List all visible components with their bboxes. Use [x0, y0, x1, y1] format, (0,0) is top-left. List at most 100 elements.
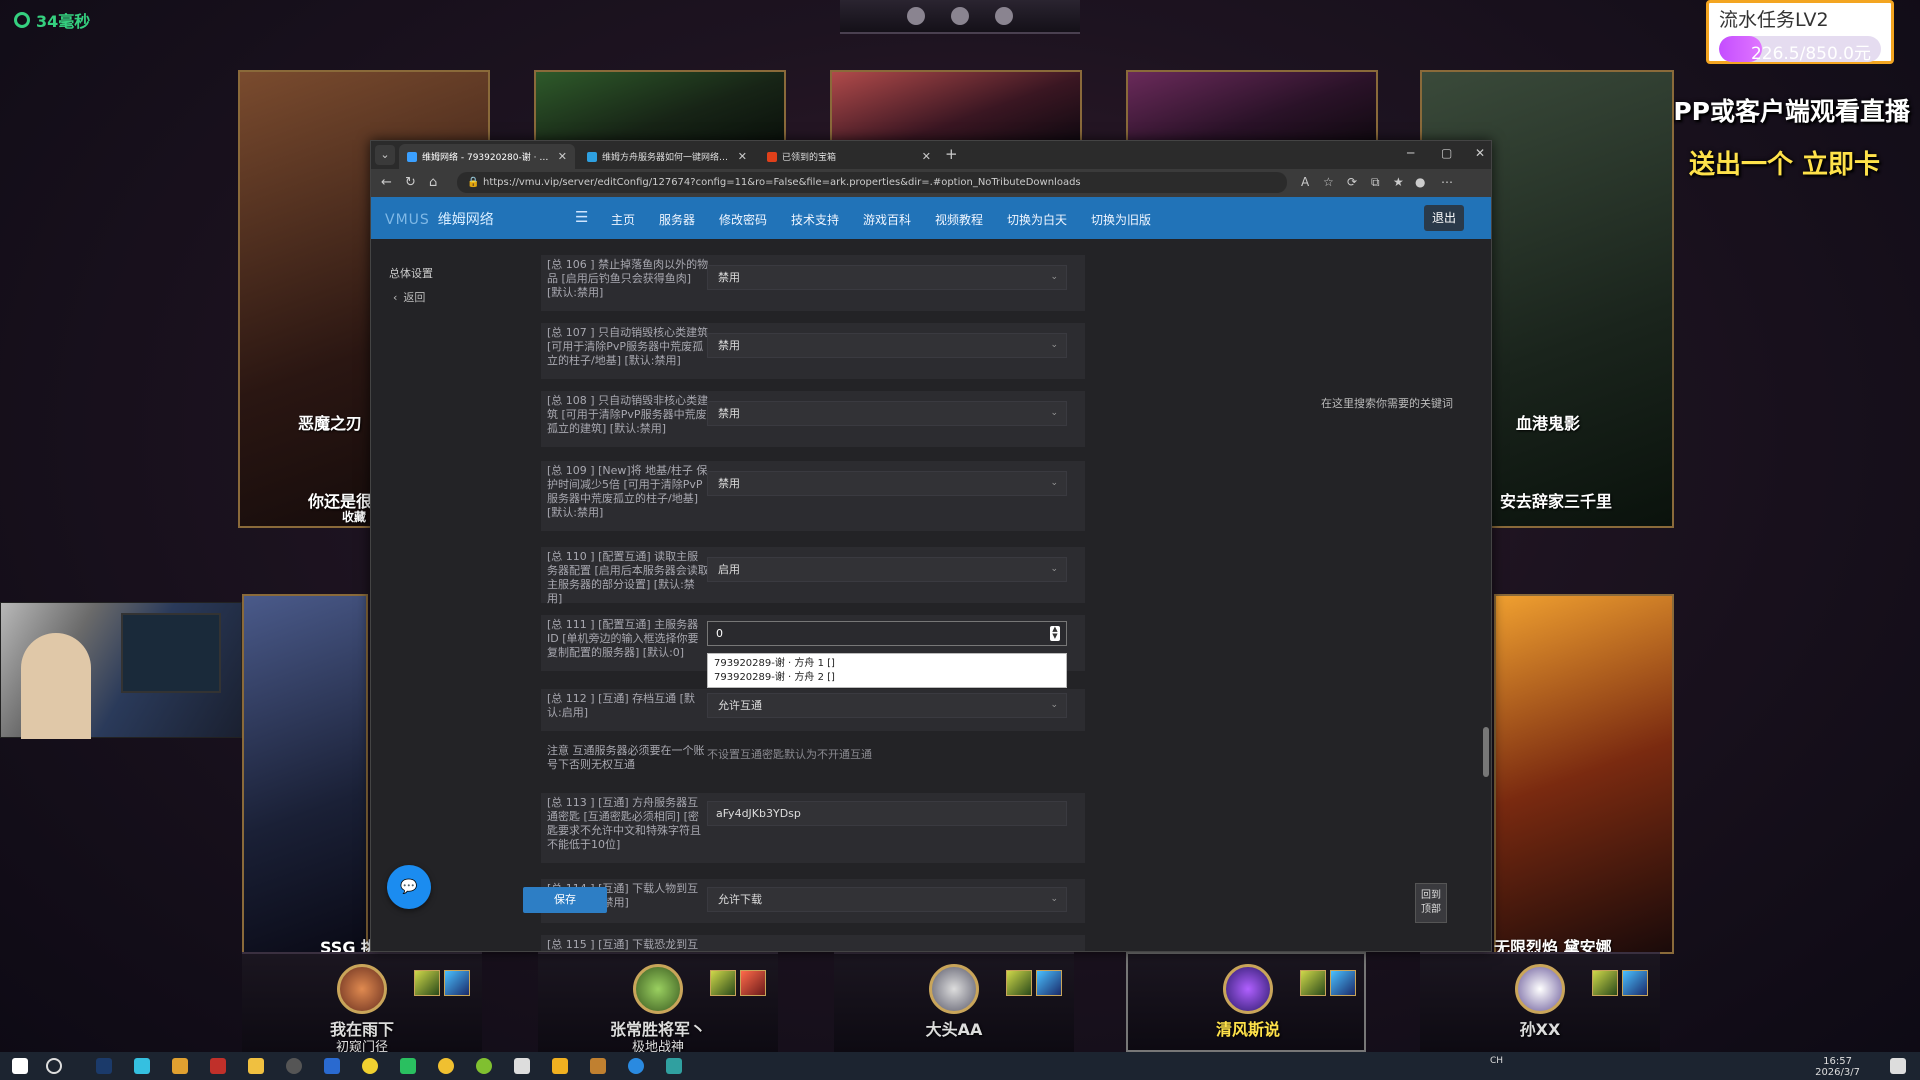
app-icon[interactable] [438, 1058, 454, 1074]
player-slot-1: 我在雨下 初窥门径 [242, 952, 482, 1055]
globe-icon [407, 151, 417, 162]
windows-taskbar: CH 16:57 2026/3/7 [0, 1052, 1920, 1080]
notification-icon[interactable] [1890, 1058, 1906, 1074]
note-label: 注意 互通服务器必须要在一个账号下否则无权互通 [547, 744, 705, 771]
config-select-110[interactable]: 启用 ⌄ [707, 557, 1067, 582]
app-icon[interactable] [552, 1058, 568, 1074]
site-navbar: VMUS 维姆网络 ☰ 主页 服务器 修改密码 技术支持 游戏百科 视频教程 切换… [371, 197, 1491, 239]
config-row-106: [总 106 ] 禁止掉落鱼肉以外的物品 [启用后钓鱼只会获得鱼肉] [默认:禁… [541, 255, 1085, 311]
app-icon[interactable] [324, 1058, 340, 1074]
nav-servers[interactable]: 服务器 [659, 211, 695, 228]
nav-day-mode[interactable]: 切换为白天 [1007, 211, 1067, 228]
start-icon[interactable] [12, 1058, 28, 1074]
refresh-icon[interactable]: ↻ [405, 175, 416, 190]
config-select-112[interactable]: 允许互通 ⌄ [707, 693, 1067, 718]
master-server-id-input[interactable]: 0 ▲ ▼ [707, 621, 1067, 646]
summoner-spell-icon [1006, 970, 1032, 996]
chrome-icon[interactable] [172, 1058, 188, 1074]
app-icon[interactable] [286, 1058, 302, 1074]
suggestion-option[interactable]: 793920289-谢 · 方舟 1 [] [714, 657, 1060, 671]
extensions-icon[interactable]: ⧉ [1371, 175, 1380, 190]
tab-bar: ⌄ 维姆网络 - 793920280-谢 · 方舟 2 ✕ 维姆方舟服务器如何一… [371, 141, 1491, 169]
menu-icon[interactable]: ☰ [575, 208, 588, 226]
app-icon[interactable] [514, 1058, 530, 1074]
site-brand[interactable]: VMUS 维姆网络 [385, 209, 494, 229]
to-top-line: 回到 [1421, 890, 1441, 901]
champion-card-2 [534, 70, 786, 142]
nav-support[interactable]: 技术支持 [791, 211, 839, 228]
interop-note-row: 注意 互通服务器必须要在一个账号下否则无权互通 不设置互通密匙默认为不开通互通 [541, 741, 1085, 781]
edge-icon[interactable] [134, 1058, 150, 1074]
config-select-107[interactable]: 禁用 ⌄ [707, 333, 1067, 358]
champion-card-7 [1494, 594, 1674, 954]
maximize-icon[interactable]: ▢ [1441, 146, 1452, 160]
chevron-left-icon: ‹ [393, 290, 398, 304]
profile-icon[interactable]: ● [1415, 175, 1425, 189]
favorites-icon[interactable]: ★ [1393, 175, 1404, 189]
app-icon[interactable] [628, 1058, 644, 1074]
nav-old-version[interactable]: 切换为旧版 [1091, 211, 1151, 228]
nav-wiki[interactable]: 游戏百科 [863, 211, 911, 228]
interop-key-input[interactable]: aFy4dJKb3YDsp [707, 801, 1067, 826]
search-icon[interactable] [46, 1058, 62, 1074]
summoner-spell-icon [1592, 970, 1618, 996]
read-aloud-icon[interactable]: A [1301, 175, 1309, 189]
summoner-spell-icon [1036, 970, 1062, 996]
logout-button[interactable]: 退出 [1424, 205, 1464, 231]
minimize-icon[interactable]: ─ [1407, 146, 1414, 160]
app-icon[interactable] [666, 1058, 682, 1074]
config-select-109[interactable]: 禁用 ⌄ [707, 471, 1067, 496]
input-method-indicator[interactable]: CH [1490, 1056, 1503, 1066]
page-scrollbar[interactable] [1483, 727, 1489, 777]
config-select-114[interactable]: 允许下载 ⌄ [707, 887, 1067, 912]
chevron-down-icon: ⌄ [1050, 478, 1058, 488]
tab-guide[interactable]: 维姆方舟服务器如何一键网络新手帮 ✕ [579, 144, 755, 169]
more-menu-icon[interactable]: ⋯ [1441, 175, 1453, 189]
back-link[interactable]: ‹ 返回 [393, 289, 425, 305]
browser-window: ⌄ 维姆网络 - 793920280-谢 · 方舟 2 ✕ 维姆方舟服务器如何一… [370, 140, 1492, 952]
number-stepper[interactable]: ▲ ▼ [1050, 626, 1060, 641]
player-slot-5: 孙XX [1420, 952, 1660, 1052]
favorite-star-icon[interactable]: ☆ [1323, 175, 1334, 189]
chat-button[interactable]: 💬 [387, 865, 431, 909]
config-select-106[interactable]: 禁用 ⌄ [707, 265, 1067, 290]
close-tab-icon[interactable]: ✕ [558, 150, 567, 163]
nav-videos[interactable]: 视频教程 [935, 211, 983, 228]
chat-bubble-icon: 💬 [400, 879, 418, 895]
clock-time: 16:57 [1823, 1056, 1852, 1067]
tab-list-button[interactable]: ⌄ [375, 145, 395, 165]
back-icon[interactable]: ← [381, 175, 392, 190]
clock[interactable]: 16:57 2026/3/7 [1815, 1056, 1860, 1078]
new-tab-button[interactable]: + [945, 145, 958, 163]
tab-chest[interactable]: 已领到的宝箱 ✕ [759, 144, 939, 169]
input-value: aFy4dJKb3YDsp [716, 807, 801, 820]
config-select-108[interactable]: 禁用 ⌄ [707, 401, 1067, 426]
save-button[interactable]: 保存 [523, 887, 607, 913]
nav-change-password[interactable]: 修改密码 [719, 211, 767, 228]
close-tab-icon[interactable]: ✕ [922, 150, 931, 163]
app-icon[interactable] [590, 1058, 606, 1074]
close-window-icon[interactable]: ✕ [1475, 146, 1485, 160]
app-icon[interactable] [210, 1058, 226, 1074]
player-slot-3: 大头AA [834, 952, 1074, 1052]
suggestion-option[interactable]: 793920289-谢 · 方舟 2 [] [714, 671, 1060, 685]
steam-icon[interactable] [96, 1058, 112, 1074]
player-name: 大头AA [925, 1020, 983, 1039]
url-text: https://vmu.vip/server/editConfig/127674… [483, 177, 1081, 188]
tab-vmu-config[interactable]: 维姆网络 - 793920280-谢 · 方舟 2 ✕ [399, 144, 575, 169]
close-tab-icon[interactable]: ✕ [738, 150, 747, 163]
folder-icon[interactable] [248, 1058, 264, 1074]
url-input[interactable]: 🔒 https://vmu.vip/server/editConfig/1276… [457, 172, 1287, 193]
nav-home[interactable]: 主页 [611, 211, 635, 228]
task-progress-bar: 226.5/850.0元 [1719, 36, 1881, 62]
app-icon[interactable] [476, 1058, 492, 1074]
wechat-icon[interactable] [400, 1058, 416, 1074]
config-label: [总 107 ] 只自动销毁核心类建筑 [可用于清除PvP服务器中荒废孤立的柱子… [547, 326, 709, 367]
back-to-top-button[interactable]: 回到 顶部 [1415, 883, 1447, 923]
player-slot-4: 清风斯说 [1126, 952, 1366, 1052]
app-icon[interactable] [362, 1058, 378, 1074]
home-icon[interactable]: ⌂ [429, 175, 437, 190]
tab-title: 维姆网络 - 793920280-谢 · 方舟 2 [422, 153, 553, 163]
select-value: 禁用 [718, 477, 740, 490]
sync-icon[interactable]: ⟳ [1347, 175, 1357, 189]
